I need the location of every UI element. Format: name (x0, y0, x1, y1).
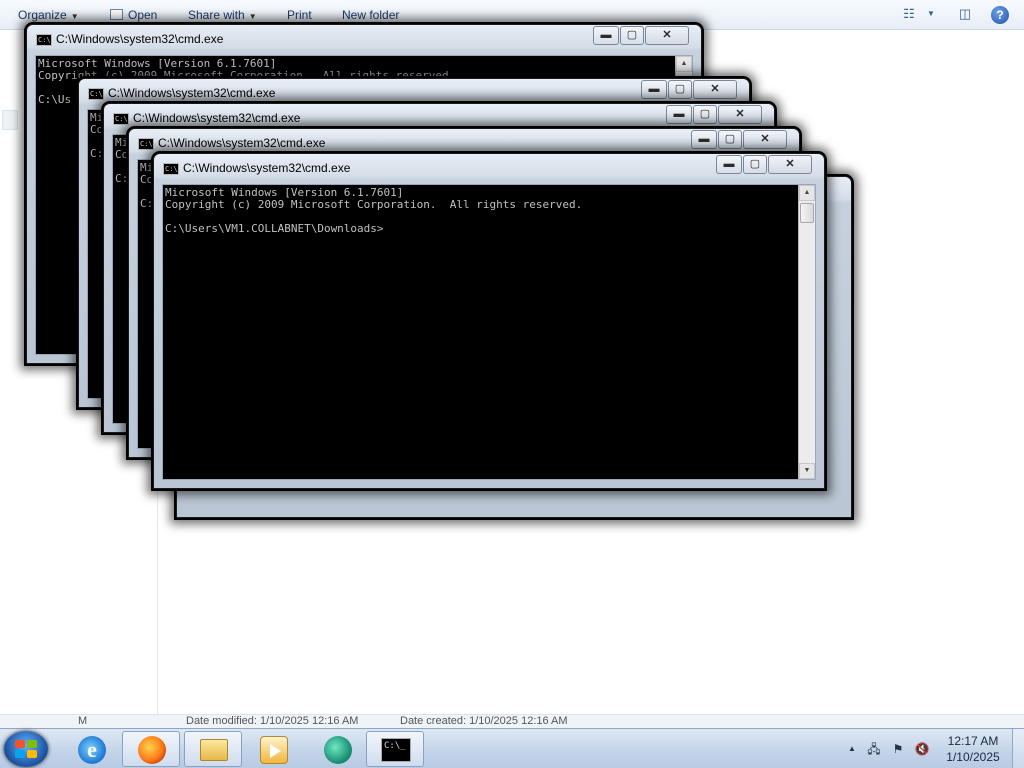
window-title: C:\Windows\system32\cmd.exe (108, 86, 276, 100)
console-area[interactable]: Microsoft Windows [Version 6.1.7601] Copy… (162, 184, 816, 480)
cmd-icon: C:\ (163, 163, 179, 175)
maximize-button[interactable]: ▢ (743, 155, 767, 174)
cmd-window-active[interactable]: C:\ C:\Windows\system32\cmd.exe ▬ ▢ ✕ Mi… (153, 153, 825, 489)
taskbar: e C:\_ ▲ 🖧 ⚑ 🔇 12:17 AM 1/10/2025 (0, 728, 1024, 768)
clock-date: 1/10/2025 (946, 750, 1000, 764)
close-button[interactable]: ✕ (693, 80, 737, 99)
cmd-icon: C:\ (138, 138, 154, 150)
open-label: Open (128, 8, 158, 22)
organize-label: Organize (18, 8, 67, 22)
scroll-up-arrow-icon[interactable]: ▲ (799, 185, 815, 201)
organize-menu[interactable]: Organize ▼ (18, 8, 79, 22)
vertical-scrollbar[interactable]: ▲ ▼ (798, 185, 815, 479)
maximize-button[interactable]: ▢ (693, 105, 717, 124)
minimize-button[interactable]: ▬ (641, 80, 667, 99)
action-center-flag-icon[interactable]: ⚑ (890, 741, 906, 757)
preview-pane-icon[interactable]: ◫ (956, 6, 974, 22)
maximize-button[interactable]: ▢ (620, 26, 644, 45)
network-icon[interactable]: 🖧 (866, 741, 882, 757)
command-prompt-icon: C:\_ (381, 738, 411, 762)
console-output: Mi Co C: (115, 137, 128, 185)
console-output: Mi Co C: (90, 112, 103, 160)
window-title: C:\Windows\system32\cmd.exe (158, 136, 326, 150)
volume-muted-icon[interactable]: 🔇 (914, 741, 930, 757)
minimize-button[interactable]: ▬ (691, 130, 717, 149)
scroll-up-arrow-icon[interactable]: ▲ (676, 56, 692, 72)
cmd-icon: C:\ (113, 113, 129, 125)
maximize-button[interactable]: ▢ (668, 80, 692, 99)
close-button[interactable]: ✕ (718, 105, 762, 124)
start-button[interactable] (4, 731, 48, 767)
console-line: C: (115, 172, 129, 185)
chevron-down-icon: ▼ (248, 12, 257, 21)
maximize-button[interactable]: ▢ (718, 130, 742, 149)
show-hidden-icons-icon[interactable]: ▲ (844, 741, 860, 757)
chevron-down-icon: ▼ (70, 12, 79, 21)
share-with-menu[interactable]: Share with ▼ (188, 8, 257, 22)
folder-icon (200, 739, 228, 761)
print-button[interactable]: Print (287, 8, 312, 22)
details-name: M (78, 715, 88, 727)
minimize-button[interactable]: ▬ (716, 155, 742, 174)
details-date-modified: Date modified: 1/10/2025 12:16 AM (186, 715, 359, 727)
view-options-icon[interactable]: ☷ (900, 6, 918, 22)
scroll-thumb[interactable] (800, 203, 814, 223)
clock-time: 12:17 AM (947, 734, 999, 748)
show-desktop-button[interactable] (1012, 729, 1024, 768)
window-title: C:\Windows\system32\cmd.exe (183, 161, 351, 175)
firefox-icon (138, 736, 166, 764)
internet-explorer-icon: e (78, 736, 106, 764)
help-icon[interactable]: ? (991, 6, 1009, 24)
share-with-label: Share with (188, 8, 245, 22)
window-title: C:\Windows\system32\cmd.exe (56, 32, 224, 46)
console-output: Microsoft Windows [Version 6.1.7601] Copy… (165, 187, 582, 235)
taskbar-firefox[interactable] (122, 731, 180, 767)
open-button[interactable]: Open (110, 8, 157, 22)
open-icon (110, 9, 123, 20)
vm-tool-icon (324, 736, 352, 764)
new-folder-label: New folder (342, 8, 400, 22)
details-pane: M Date modified: 1/10/2025 12:16 AM Date… (0, 714, 1024, 728)
window-title: C:\Windows\system32\cmd.exe (133, 111, 301, 125)
taskbar-vm-tool[interactable] (308, 731, 366, 767)
close-button[interactable]: ✕ (645, 26, 689, 45)
taskbar-windows-explorer[interactable] (184, 731, 242, 767)
close-button[interactable]: ✕ (768, 155, 812, 174)
console-output: Mi Co C: (140, 162, 153, 210)
console-line: C: (90, 147, 104, 160)
system-clock[interactable]: 12:17 AM 1/10/2025 (940, 733, 1006, 765)
console-line: Copyright (c) 2009 Microsoft Corporation… (165, 198, 583, 211)
details-date-created: Date created: 1/10/2025 12:16 AM (400, 715, 568, 727)
cmd-icon: C:\ (88, 88, 104, 100)
console-prompt: C:\Users\VM1.COLLABNET\Downloads> (165, 222, 384, 235)
taskbar-internet-explorer[interactable]: e (62, 731, 120, 767)
nav-item[interactable] (2, 110, 18, 130)
taskbar-media-player[interactable] (244, 731, 302, 767)
media-player-icon (260, 736, 288, 764)
new-folder-button[interactable]: New folder (342, 8, 399, 22)
console-line: C: (140, 197, 154, 210)
print-label: Print (287, 8, 312, 22)
taskbar-command-prompt[interactable]: C:\_ (366, 731, 424, 767)
minimize-button[interactable]: ▬ (666, 105, 692, 124)
cmd-icon: C:\ (36, 34, 52, 46)
scroll-down-arrow-icon[interactable]: ▼ (799, 463, 815, 479)
windows-logo-icon (15, 740, 37, 758)
close-button[interactable]: ✕ (743, 130, 787, 149)
chevron-down-icon[interactable]: ▼ (922, 6, 940, 22)
minimize-button[interactable]: ▬ (593, 26, 619, 45)
